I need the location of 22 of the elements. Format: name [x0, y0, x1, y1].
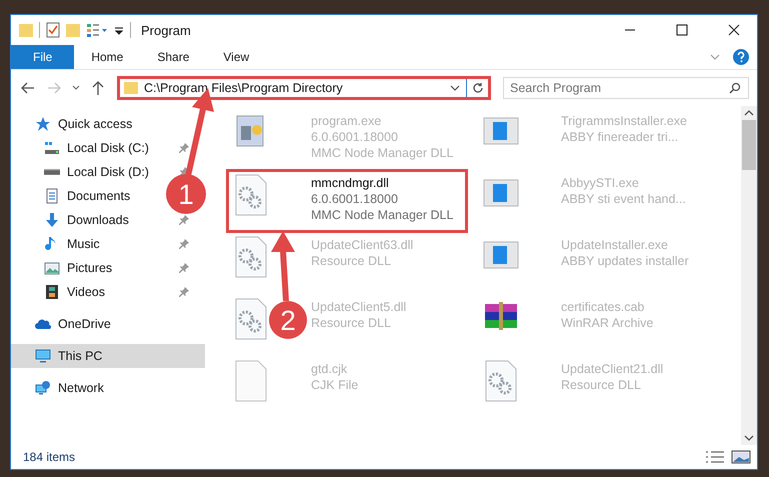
- file-tab[interactable]: File: [11, 45, 74, 69]
- nav-item[interactable]: Videos: [11, 280, 109, 304]
- callout-badge: 2: [269, 301, 307, 339]
- nav-item[interactable]: Pictures: [11, 256, 116, 280]
- ribbon-tab[interactable]: Home: [74, 45, 140, 69]
- callout-badge: 1: [166, 174, 206, 214]
- address-bar[interactable]: C:\Program Files\Program Directory: [117, 76, 491, 100]
- nav-item[interactable]: Local Disk (C:): [11, 136, 153, 160]
- nav-item[interactable]: Documents: [11, 184, 134, 208]
- nav-item[interactable]: Quick access: [11, 112, 205, 136]
- nav-item[interactable]: OneDrive: [11, 312, 205, 336]
- nav-item[interactable]: Network: [11, 376, 205, 400]
- nav-item[interactable]: Local Disk (D:): [11, 160, 153, 184]
- nav-item[interactable]: Music: [11, 232, 104, 256]
- ribbon-tab[interactable]: View: [206, 45, 266, 69]
- ribbon-tab[interactable]: Share: [140, 45, 206, 69]
- file-item[interactable]: mmcndmgr.dll 6.0.6001.18000 MMC Node Manager DLL: [229, 172, 465, 230]
- item-count: 184 items: [23, 450, 76, 464]
- window-title: Program: [141, 22, 191, 38]
- search-field[interactable]: Search Program: [503, 77, 749, 99]
- nav-item[interactable]: Downloads: [11, 208, 133, 232]
- nav-item[interactable]: This PC: [11, 344, 205, 368]
